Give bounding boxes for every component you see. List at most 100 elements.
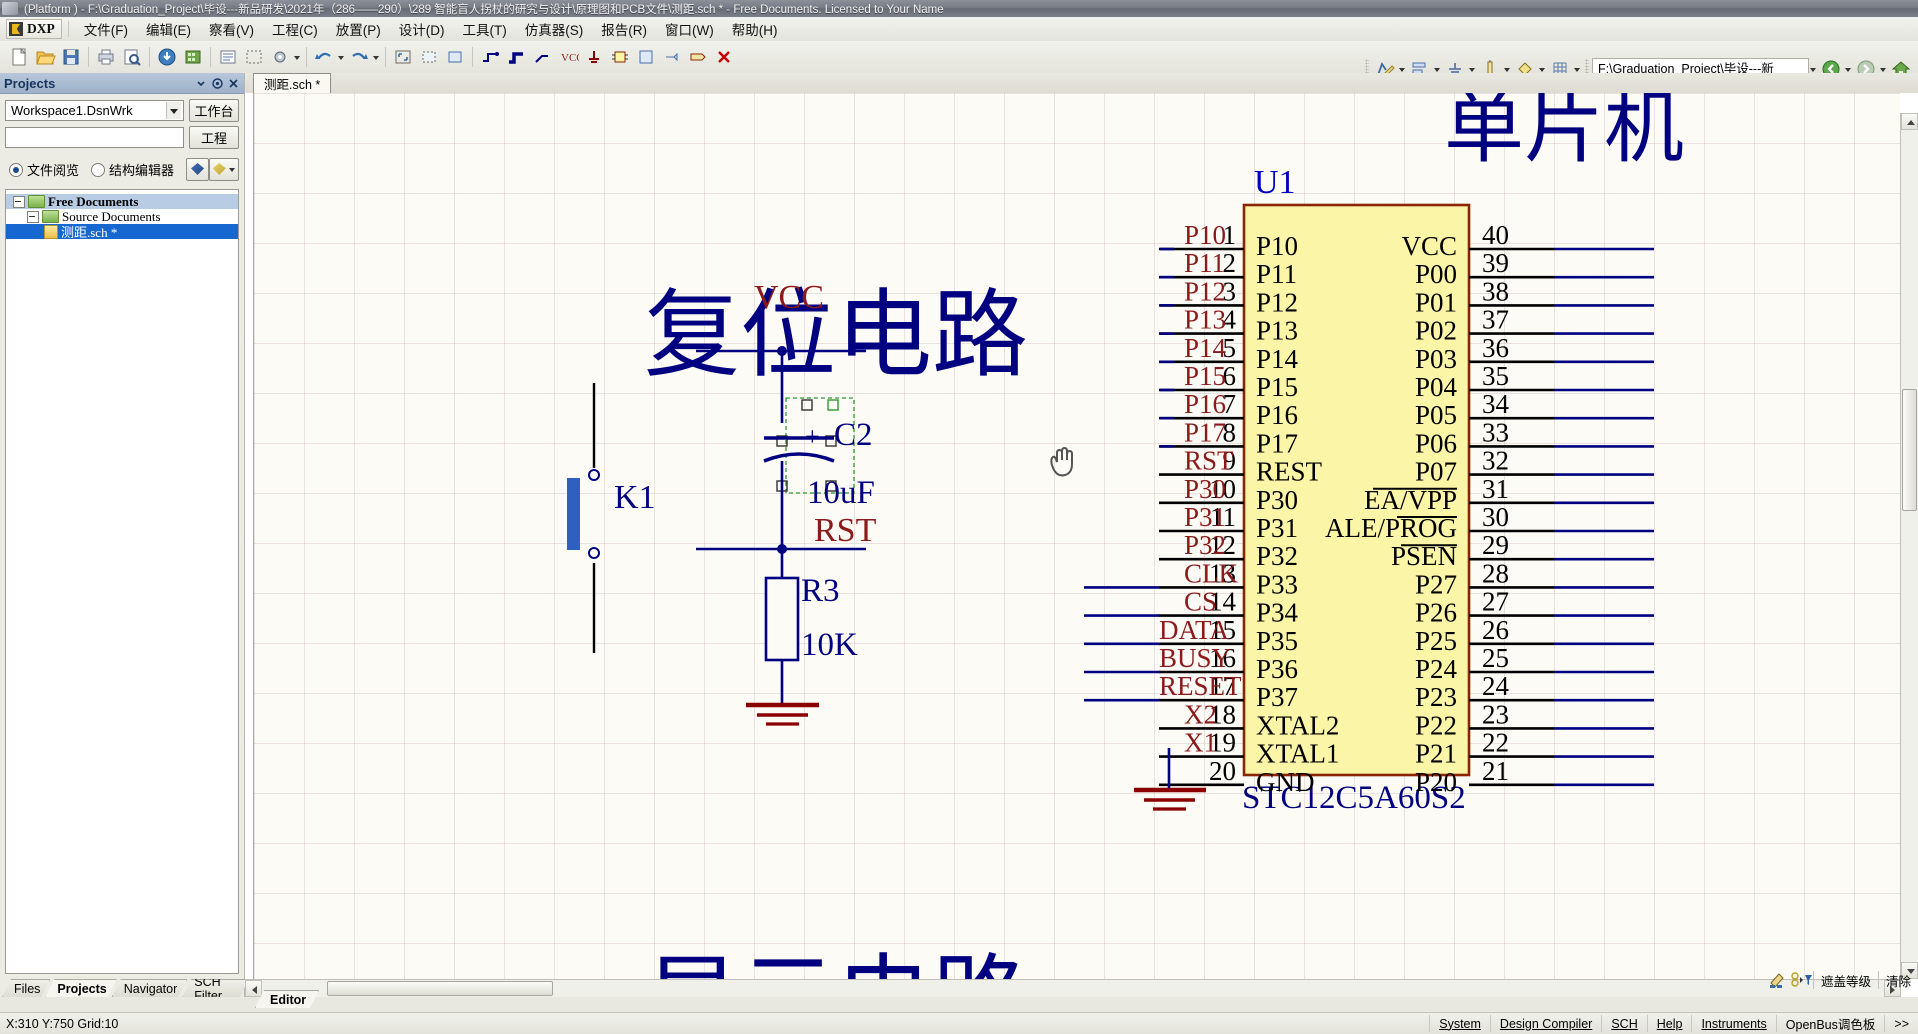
menu-item-window[interactable]: 窗口(W) [656,17,723,41]
pin-number-right: 34 [1482,389,1510,419]
mask-level-button[interactable]: 遮盖等级 [1812,971,1878,989]
switch-actuator [567,478,580,550]
pin-name-right: P06 [1415,428,1457,458]
pin-number-right: 27 [1482,587,1509,617]
status-button-openbus-palette[interactable]: OpenBus调色板 [1775,1015,1885,1032]
bus-tool-icon[interactable] [504,45,528,69]
panel-close-icon[interactable] [227,77,240,90]
panel-options-button[interactable] [186,158,209,181]
panel-tab-files[interactable]: Files [2,979,50,997]
document-tab-schematic[interactable]: 测距.sch * [253,73,332,93]
expander-icon[interactable] [27,210,39,223]
net-label-left: P12 [1184,276,1226,306]
resistor-value: 10K [801,627,858,663]
tree-node-source-documents[interactable]: Source Documents [6,209,238,224]
mask-filter-icon[interactable] [1791,971,1812,989]
pin-number-right: 25 [1482,643,1509,673]
menu-item-place[interactable]: 放置(P) [327,17,390,41]
status-button-sch[interactable]: SCH [1601,1015,1646,1032]
pin-name-right: P05 [1415,400,1457,430]
dxp-menu-button[interactable]: DXP [6,19,62,39]
pin-name-right: P23 [1415,682,1457,712]
open-project-icon[interactable] [155,45,179,69]
panel-tab-sch-filter[interactable]: SCH Filter [182,979,249,997]
panel-tab-navigator[interactable]: Navigator [112,979,188,997]
horizontal-scrollbar[interactable] [245,979,1901,997]
workbench-button[interactable]: 工作台 [189,99,239,122]
zoom-area-icon[interactable] [417,45,441,69]
menu-item-design[interactable]: 设计(D) [390,17,454,41]
panel-dropdown-icon[interactable] [195,77,208,90]
status-button-design-compiler[interactable]: Design Compiler [1489,1015,1601,1032]
print-preview-icon[interactable] [120,45,144,69]
vertical-scrollbar[interactable] [1900,113,1918,979]
panel-pin-icon[interactable] [211,77,224,90]
settings-dropdown-caret[interactable] [293,47,302,67]
open-sheet-icon[interactable] [216,45,240,69]
select-area-icon[interactable] [242,45,266,69]
pin-number-right: 35 [1482,361,1509,391]
redo-dropdown-caret[interactable] [372,47,381,67]
menu-item-simulator[interactable]: 仿真器(S) [516,17,593,41]
panel-tab-projects[interactable]: Projects [45,979,116,997]
zoom-selection-icon[interactable] [443,45,467,69]
place-sheet-symbol-icon[interactable] [634,45,658,69]
status-button-more[interactable]: >> [1884,1015,1918,1032]
radio-file-browse[interactable] [9,162,23,177]
open-document-icon[interactable] [33,45,57,69]
menu-item-edit[interactable]: 编辑(E) [137,17,200,41]
wire-tool-icon[interactable] [478,45,502,69]
scroll-up-arrow-icon[interactable] [1901,113,1918,130]
undo-dropdown-caret[interactable] [337,47,346,67]
selection-handle-top-right[interactable] [827,399,839,411]
zoom-fit-icon[interactable] [391,45,415,69]
filter-input[interactable] [5,127,184,148]
net-label-vcc: VCC [754,279,824,316]
save-document-icon[interactable] [59,45,83,69]
pin-name-left: GND [1256,767,1315,797]
status-bar-buttons: System Design Compiler SCH Help Instrume… [1429,1015,1918,1033]
highlight-pen-icon[interactable] [1767,971,1787,989]
radio-struct-editor[interactable] [91,162,106,177]
workspace-combo[interactable]: Workspace1.DsnWrk [5,100,184,121]
editor-right-strip: 遮盖等级 清除 [1765,969,1918,991]
power-port-icon[interactable] [582,45,606,69]
settings-icon[interactable] [268,45,292,69]
tree-node-free-documents[interactable]: Free Documents [6,194,238,209]
net-label-icon[interactable]: VCC [556,45,584,69]
tree-node-schematic-file[interactable]: 测距.sch * [6,224,238,240]
menu-item-help[interactable]: 帮助(H) [723,17,787,41]
editor-tab[interactable]: Editor [255,990,319,1008]
menu-item-view[interactable]: 察看(V) [200,17,263,41]
clear-button[interactable]: 清除 [1877,971,1918,989]
selection-handle-top[interactable] [801,399,813,411]
horizontal-scroll-thumb[interactable] [327,981,553,996]
expander-icon[interactable] [13,195,25,208]
status-button-system[interactable]: System [1429,1015,1490,1032]
status-button-instruments[interactable]: Instruments [1691,1015,1775,1032]
schematic-canvas[interactable]: 复位电路 单片机 显示电路 K1 VCC [253,93,1900,979]
chevron-down-icon[interactable] [166,102,181,119]
place-sheet-entry-icon[interactable] [660,45,684,69]
pin-number-right: 32 [1482,446,1509,476]
project-button[interactable]: 工程 [189,126,239,149]
vertical-scroll-thumb[interactable] [1902,389,1917,511]
panel-body: Workspace1.DsnWrk 工作台 工程 文件阅览 结构编辑器 Free… [0,94,244,978]
no-erc-icon[interactable] [712,45,736,69]
bus-entry-icon[interactable] [530,45,554,69]
menu-item-file[interactable]: 文件(F) [75,17,137,41]
project-tree[interactable]: Free Documents Source Documents 测距.sch * [5,189,239,974]
new-document-icon[interactable] [7,45,31,69]
panel-view-mode-button[interactable] [208,158,239,181]
menu-item-tools[interactable]: 工具(T) [454,17,516,41]
place-port-icon[interactable] [686,45,710,69]
net-label-left: P13 [1184,305,1226,335]
compile-icon[interactable] [181,45,205,69]
menu-item-project[interactable]: 工程(C) [263,17,327,41]
undo-icon[interactable] [312,45,336,69]
redo-icon[interactable] [347,45,371,69]
place-part-icon[interactable] [608,45,632,69]
print-icon[interactable] [94,45,118,69]
status-button-help[interactable]: Help [1646,1015,1692,1032]
menu-item-reports[interactable]: 报告(R) [592,17,656,41]
